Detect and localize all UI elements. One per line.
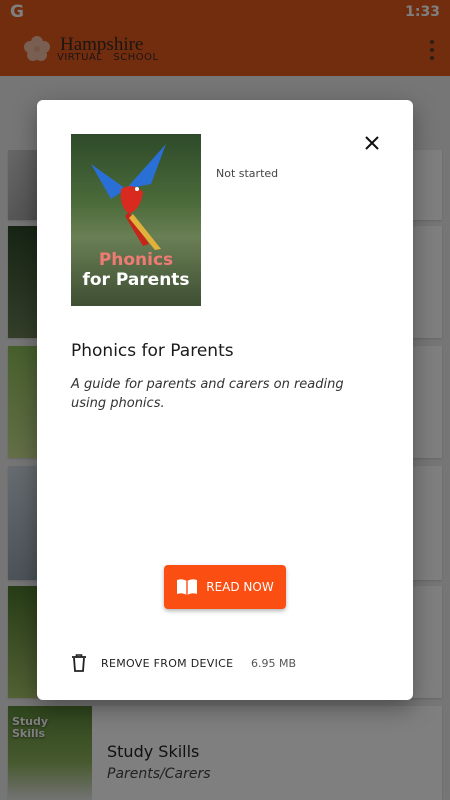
book-detail-dialog: Phonics for Parents Not started Phonics … bbox=[37, 100, 413, 700]
remove-from-device-button[interactable]: REMOVE FROM DEVICE bbox=[71, 651, 233, 675]
book-open-icon bbox=[177, 579, 198, 595]
close-icon bbox=[365, 136, 379, 150]
file-size: 6.95 MB bbox=[251, 657, 297, 670]
trash-icon bbox=[72, 654, 86, 672]
book-description: A guide for parents and carers on readin… bbox=[71, 377, 344, 411]
reading-status: Not started bbox=[216, 167, 279, 180]
close-button[interactable] bbox=[357, 128, 387, 158]
read-now-label: READ NOW bbox=[206, 580, 274, 594]
remove-label: REMOVE FROM DEVICE bbox=[101, 656, 234, 670]
cover-title-line2: for Parents bbox=[82, 270, 190, 290]
book-cover: Phonics for Parents bbox=[71, 134, 201, 306]
read-now-button[interactable]: READ NOW bbox=[164, 565, 286, 609]
cover-title-line1: Phonics bbox=[98, 250, 174, 270]
book-title: Phonics for Parents bbox=[71, 341, 234, 361]
